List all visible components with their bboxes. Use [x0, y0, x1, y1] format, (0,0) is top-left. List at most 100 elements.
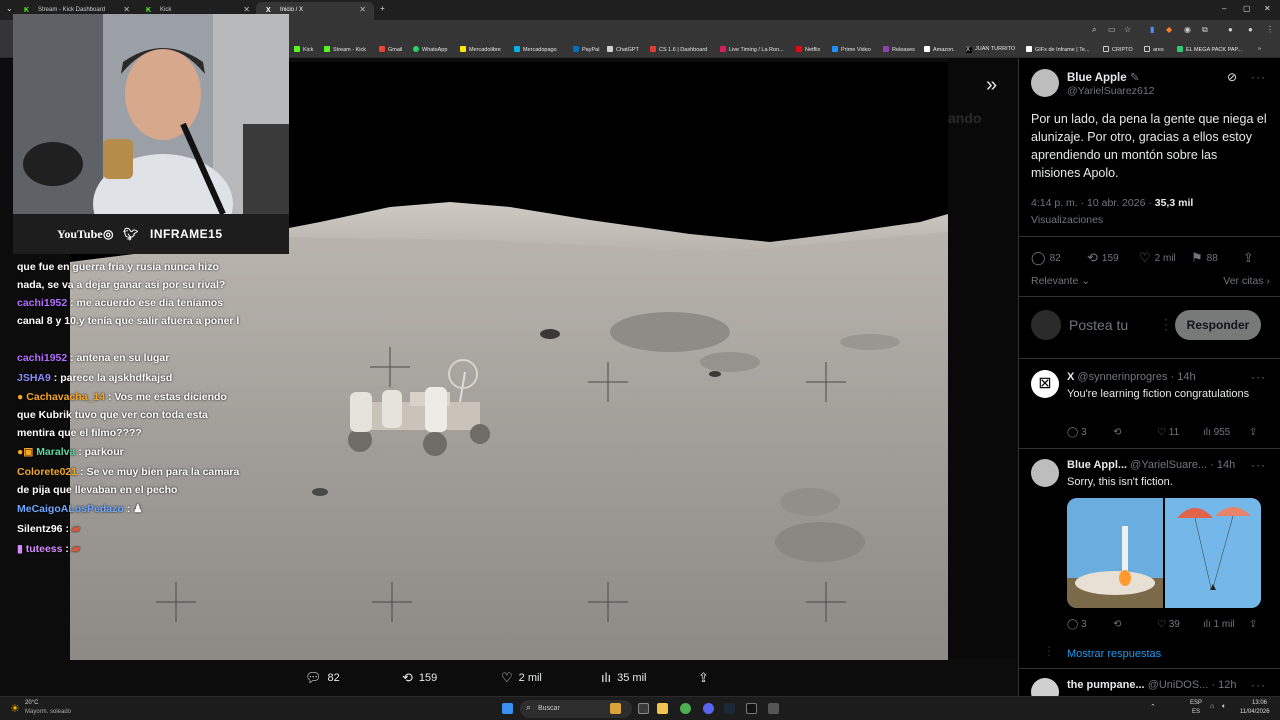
expand-panel-icon[interactable]: » — [986, 74, 997, 97]
reply-replies[interactable]: ◯ 3 — [1067, 427, 1087, 438]
close-tab-icon[interactable]: ✕ — [243, 5, 250, 14]
file-explorer-icon[interactable] — [657, 703, 668, 714]
avatar[interactable]: ● — [1248, 25, 1253, 34]
minimize-icon[interactable]: – — [1222, 4, 1226, 13]
close-tab-icon[interactable]: ✕ — [123, 5, 130, 14]
reply-views[interactable]: ılı 1 mil — [1203, 619, 1235, 630]
bookmark-gifs-inframe[interactable]: GIFs de Inframe | Te... — [1026, 46, 1090, 53]
reply-repost[interactable]: ⟲ — [1113, 619, 1121, 630]
clock-date[interactable]: 11/04/2026 — [1240, 709, 1270, 715]
reply-likes[interactable]: ♡ 39 — [1157, 619, 1180, 630]
language-indicator[interactable]: ESP — [1190, 700, 1202, 706]
reply-author[interactable]: Blue Appl... @YarielSuare... · 14h — [1067, 459, 1235, 471]
windows-taskbar: ☀ 20°C Mayorm. soleado Buscar ⌕ ⌃ ESP ES… — [0, 696, 1280, 720]
more-options-icon[interactable]: ··· — [1251, 678, 1266, 692]
repost-action[interactable]: ⟲ 159 — [402, 670, 437, 686]
reply-likes[interactable]: ♡ 11 — [1157, 427, 1179, 438]
maximize-icon[interactable]: ▢ — [1243, 4, 1251, 13]
share-icon[interactable]: ⇪ — [1249, 427, 1257, 438]
bookmark-folder-ares[interactable]: ares — [1144, 46, 1164, 53]
share-action[interactable]: ⇪ — [698, 670, 715, 686]
weather-temp[interactable]: 20°C — [25, 700, 38, 706]
share-button[interactable]: ⇪ — [1243, 250, 1258, 266]
browser-menu-icon[interactable]: ⋮ — [1266, 25, 1274, 34]
extension-icon[interactable]: ◆ — [1166, 25, 1172, 34]
view-quotes-link[interactable]: Ver citas › — [1223, 275, 1270, 287]
rocket-launch-image[interactable] — [1067, 498, 1163, 608]
like-action[interactable]: ♡ 2 mil — [501, 670, 542, 686]
bookmark-mercadopago[interactable]: Mercadopago — [514, 46, 557, 53]
avatar[interactable] — [1031, 678, 1059, 696]
discord-icon[interactable] — [703, 703, 714, 714]
grok-icon[interactable]: ⊘ — [1227, 70, 1237, 84]
app-icon[interactable] — [746, 703, 757, 714]
windows-start-icon[interactable] — [502, 703, 513, 714]
network-icon[interactable]: ⌂ — [1210, 703, 1214, 710]
reply-button[interactable]: Responder — [1175, 310, 1261, 340]
author-handle[interactable]: @YarielSuarez612 — [1067, 85, 1155, 97]
author-name[interactable]: Blue Apple ✎ — [1067, 70, 1139, 84]
replies-stat[interactable]: ◯ 82 — [1031, 250, 1061, 266]
profile-icon[interactable]: ● — [1228, 25, 1233, 34]
app-icon[interactable] — [768, 703, 779, 714]
bookmark-juan-turrito[interactable]: X JUAN TURRITO — [966, 46, 1015, 53]
more-options-icon[interactable]: ··· — [1251, 70, 1266, 84]
likes-stat[interactable]: ♡ 2 mil — [1139, 250, 1176, 266]
share-icon[interactable]: ⇪ — [1249, 619, 1257, 630]
bookmark-whatsapp[interactable]: WhatsApp — [413, 46, 447, 53]
bookmark-live-timing[interactable]: Live Timing / La Ron... — [720, 46, 784, 53]
reply-views[interactable]: ılı 955 — [1203, 427, 1230, 438]
chat-message: ● Cachavacha_14 : Vos me estas diciendo … — [17, 391, 227, 439]
extension-icon[interactable]: ▮ — [1150, 25, 1154, 34]
volume-icon[interactable]: 🔈︎ — [1222, 703, 1226, 711]
chrome-icon[interactable] — [680, 703, 691, 714]
chat-message: MeCaigoALosPedazo : ♟ — [17, 503, 143, 515]
tray-overflow-icon[interactable]: ⌃ — [1150, 703, 1156, 711]
clock-time[interactable]: 13:06 — [1252, 700, 1267, 706]
cast-icon[interactable]: ▭ — [1108, 25, 1116, 34]
x-logo-avatar[interactable]: ⊠ — [1031, 370, 1059, 398]
bookmark-paypal[interactable]: PayPal — [573, 46, 599, 53]
parachute-image[interactable] — [1165, 498, 1261, 608]
views-action[interactable]: ılı 35 mil — [601, 670, 646, 685]
reply-input[interactable]: Postea tu — [1069, 317, 1128, 333]
bookmark-releases[interactable]: Releases — [883, 46, 915, 53]
bookmark-mega-pack[interactable]: EL MEGA PACK PAP... — [1177, 46, 1242, 53]
reply-repost[interactable]: ⟲ — [1113, 427, 1121, 438]
show-replies-link[interactable]: Mostrar respuestas — [1067, 648, 1161, 660]
bookmarks-stat[interactable]: ⚑ 88 — [1191, 250, 1218, 266]
more-options-icon[interactable]: ··· — [1251, 458, 1266, 472]
close-window-icon[interactable]: ✕ — [1264, 4, 1271, 13]
bookmark-gmail[interactable]: Gmail — [379, 46, 402, 53]
bookmark-mercadolibre[interactable]: Mercadolibre — [460, 46, 501, 53]
task-view-icon[interactable] — [638, 703, 649, 714]
bookmark-cs-dashboard[interactable]: CS 1.6 | Dashboard — [650, 46, 707, 53]
more-options-icon[interactable]: ··· — [1251, 370, 1266, 384]
weather-desc[interactable]: Mayorm. soleado — [25, 709, 71, 715]
new-tab-button[interactable]: + — [380, 4, 385, 13]
reply-action[interactable]: 💬︎ 82 — [305, 670, 340, 686]
avatar[interactable] — [1031, 69, 1059, 97]
avatar[interactable] — [1031, 459, 1059, 487]
replies-sort-dropdown[interactable]: Relevante ⌄ — [1031, 275, 1090, 287]
reply-author[interactable]: X @synnerinprogres · 14h — [1067, 371, 1196, 383]
bookmarks-overflow-icon[interactable]: » — [1258, 46, 1261, 52]
extension-icon[interactable]: ◉ — [1184, 25, 1191, 34]
close-tab-icon[interactable]: ✕ — [359, 5, 366, 14]
bookmark-chatgpt[interactable]: ChatGPT — [607, 46, 639, 53]
bookmark-stream-kick[interactable]: Stream - Kick — [324, 46, 366, 53]
bookmark-prime-video[interactable]: Prime Video — [832, 46, 871, 53]
reply-author[interactable]: the pumpane... @UniDOS... · 12h — [1067, 679, 1237, 691]
bookmark-netflix[interactable]: Netflix — [796, 46, 820, 53]
bookmark-folder-cripto[interactable]: CRIPTO — [1103, 46, 1133, 53]
steam-icon[interactable] — [724, 703, 735, 714]
tab-menu-icon[interactable]: ⌄ — [6, 4, 13, 13]
bookmark-amazon[interactable]: Amazon. — [924, 46, 955, 53]
zoom-icon[interactable]: ⌕ — [1092, 25, 1096, 35]
reply-replies[interactable]: ◯ 3 — [1067, 619, 1087, 630]
extensions-puzzle-icon[interactable]: ⧉ — [1202, 25, 1208, 35]
bookmark-kick[interactable]: Kick — [294, 46, 313, 53]
badge-icon: ▮ — [17, 543, 23, 555]
bookmark-star-icon[interactable]: ☆ — [1124, 25, 1131, 34]
reposts-stat[interactable]: ⟲ 159 — [1087, 250, 1119, 266]
